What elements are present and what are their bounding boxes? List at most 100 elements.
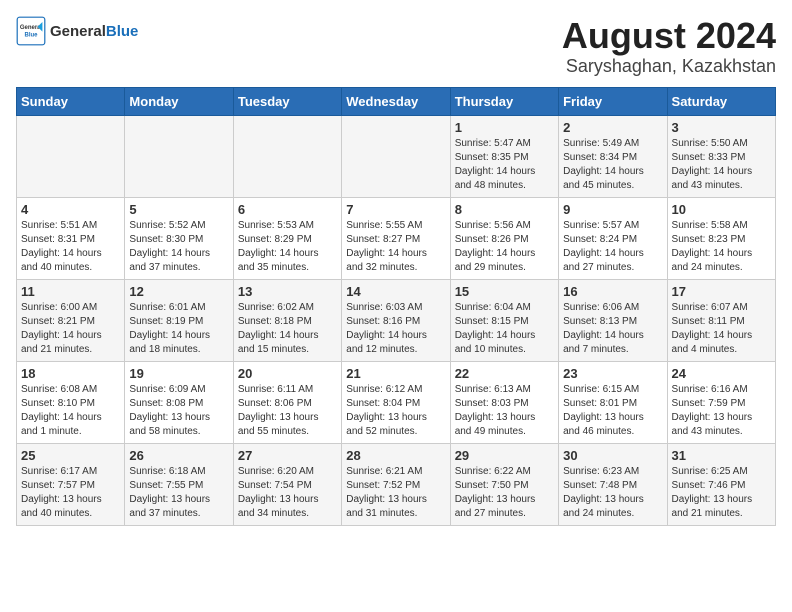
logo-text: GeneralBlue — [50, 23, 138, 40]
logo-general: General — [50, 23, 106, 40]
day-number: 22 — [455, 366, 554, 381]
day-number: 29 — [455, 448, 554, 463]
subtitle: Saryshaghan, Kazakhstan — [562, 56, 776, 77]
calendar-day-cell: 11Sunrise: 6:00 AM Sunset: 8:21 PM Dayli… — [17, 279, 125, 361]
day-info: Sunrise: 5:53 AM Sunset: 8:29 PM Dayligh… — [238, 219, 337, 275]
day-of-week-header: Monday — [125, 87, 233, 115]
calendar-day-cell: 17 Sunrise: 6:07 AM Sunset: 8:11 PM Dayli… — [667, 279, 775, 361]
calendar-day-cell: 15 Sunrise: 6:04 AM Sunset: 8:15 PM Dayli… — [450, 279, 558, 361]
calendar-week-row: 4Sunrise: 5:51 AM Sunset: 8:31 PM Daylig… — [17, 197, 776, 279]
day-number: 25 — [21, 448, 120, 463]
day-number: 10 — [672, 202, 771, 217]
day-number: 30 — [563, 448, 662, 463]
calendar-day-cell: 29Sunrise: 6:22 AM Sunset: 7:50 PM Dayli… — [450, 443, 558, 525]
calendar-day-cell: 13Sunrise: 6:02 AM Sunset: 8:18 PM Dayli… — [233, 279, 341, 361]
calendar-week-row: 1 Sunrise: 5:47 AM Sunset: 8:35 PM Daylig… — [17, 115, 776, 197]
day-of-week-header: Tuesday — [233, 87, 341, 115]
title-area: August 2024 Saryshaghan, Kazakhstan — [562, 16, 776, 77]
calendar-week-row: 25 Sunrise: 6:17 AM Sunset: 7:57 PM Dayli… — [17, 443, 776, 525]
calendar-day-cell: 10 Sunrise: 5:58 AM Sunset: 8:23 PM Dayli… — [667, 197, 775, 279]
day-info: Sunrise: 6:01 AM Sunset: 8:19 PM Dayligh… — [129, 301, 228, 357]
calendar-day-cell: 4Sunrise: 5:51 AM Sunset: 8:31 PM Daylig… — [17, 197, 125, 279]
calendar-day-cell: 9Sunrise: 5:57 AM Sunset: 8:24 PM Daylig… — [559, 197, 667, 279]
main-title: August 2024 — [562, 16, 776, 56]
day-number: 27 — [238, 448, 337, 463]
calendar-day-cell — [125, 115, 233, 197]
day-info: Sunrise: 6:02 AM Sunset: 8:18 PM Dayligh… — [238, 301, 337, 357]
calendar-day-cell: 20 Sunrise: 6:11 AM Sunset: 8:06 PM Dayli… — [233, 361, 341, 443]
day-info: Sunrise: 5:56 AM Sunset: 8:26 PM Dayligh… — [455, 219, 554, 275]
day-number: 31 — [672, 448, 771, 463]
calendar-week-row: 18Sunrise: 6:08 AM Sunset: 8:10 PM Dayli… — [17, 361, 776, 443]
header: General Blue GeneralBlue August 2024 Sar… — [16, 16, 776, 77]
day-info: Sunrise: 6:03 AM Sunset: 8:16 PM Dayligh… — [346, 301, 445, 357]
day-number: 21 — [346, 366, 445, 381]
day-number: 5 — [129, 202, 228, 217]
day-of-week-header: Sunday — [17, 87, 125, 115]
day-info: Sunrise: 5:51 AM Sunset: 8:31 PM Dayligh… — [21, 219, 120, 275]
calendar-header-row: SundayMondayTuesdayWednesdayThursdayFrid… — [17, 87, 776, 115]
calendar-day-cell — [233, 115, 341, 197]
day-info: Sunrise: 6:21 AM Sunset: 7:52 PM Dayligh… — [346, 465, 445, 521]
day-info: Sunrise: 6:04 AM Sunset: 8:15 PM Dayligh… — [455, 301, 554, 357]
day-number: 6 — [238, 202, 337, 217]
calendar-day-cell: 23 Sunrise: 6:15 AM Sunset: 8:01 PM Dayli… — [559, 361, 667, 443]
calendar-day-cell: 8 Sunrise: 5:56 AM Sunset: 8:26 PM Daylig… — [450, 197, 558, 279]
calendar-day-cell: 14 Sunrise: 6:03 AM Sunset: 8:16 PM Dayli… — [342, 279, 450, 361]
day-info: Sunrise: 6:11 AM Sunset: 8:06 PM Dayligh… — [238, 383, 337, 439]
calendar-day-cell: 27 Sunrise: 6:20 AM Sunset: 7:54 PM Dayli… — [233, 443, 341, 525]
day-info: Sunrise: 5:57 AM Sunset: 8:24 PM Dayligh… — [563, 219, 662, 275]
day-of-week-header: Friday — [559, 87, 667, 115]
calendar-day-cell: 6 Sunrise: 5:53 AM Sunset: 8:29 PM Daylig… — [233, 197, 341, 279]
calendar-day-cell: 16Sunrise: 6:06 AM Sunset: 8:13 PM Dayli… — [559, 279, 667, 361]
day-number: 8 — [455, 202, 554, 217]
svg-text:Blue: Blue — [24, 32, 38, 38]
day-number: 28 — [346, 448, 445, 463]
calendar-day-cell — [342, 115, 450, 197]
logo: General Blue GeneralBlue — [16, 16, 138, 46]
day-number: 17 — [672, 284, 771, 299]
day-info: Sunrise: 5:50 AM Sunset: 8:33 PM Dayligh… — [672, 137, 771, 193]
day-info: Sunrise: 5:49 AM Sunset: 8:34 PM Dayligh… — [563, 137, 662, 193]
day-number: 3 — [672, 120, 771, 135]
calendar-day-cell: 31Sunrise: 6:25 AM Sunset: 7:46 PM Dayli… — [667, 443, 775, 525]
calendar-day-cell: 30 Sunrise: 6:23 AM Sunset: 7:48 PM Dayli… — [559, 443, 667, 525]
day-of-week-header: Thursday — [450, 87, 558, 115]
day-info: Sunrise: 6:09 AM Sunset: 8:08 PM Dayligh… — [129, 383, 228, 439]
calendar-day-cell: 1 Sunrise: 5:47 AM Sunset: 8:35 PM Daylig… — [450, 115, 558, 197]
day-info: Sunrise: 5:58 AM Sunset: 8:23 PM Dayligh… — [672, 219, 771, 275]
calendar-day-cell: 19Sunrise: 6:09 AM Sunset: 8:08 PM Dayli… — [125, 361, 233, 443]
day-info: Sunrise: 6:23 AM Sunset: 7:48 PM Dayligh… — [563, 465, 662, 521]
day-number: 7 — [346, 202, 445, 217]
day-info: Sunrise: 5:47 AM Sunset: 8:35 PM Dayligh… — [455, 137, 554, 193]
day-number: 18 — [21, 366, 120, 381]
logo-icon: General Blue — [16, 16, 46, 46]
day-info: Sunrise: 6:20 AM Sunset: 7:54 PM Dayligh… — [238, 465, 337, 521]
day-number: 20 — [238, 366, 337, 381]
day-number: 24 — [672, 366, 771, 381]
day-info: Sunrise: 6:12 AM Sunset: 8:04 PM Dayligh… — [346, 383, 445, 439]
calendar-day-cell: 2Sunrise: 5:49 AM Sunset: 8:34 PM Daylig… — [559, 115, 667, 197]
day-number: 15 — [455, 284, 554, 299]
day-number: 16 — [563, 284, 662, 299]
calendar-day-cell — [17, 115, 125, 197]
day-number: 12 — [129, 284, 228, 299]
day-number: 23 — [563, 366, 662, 381]
calendar-day-cell: 3 Sunrise: 5:50 AM Sunset: 8:33 PM Daylig… — [667, 115, 775, 197]
day-info: Sunrise: 6:07 AM Sunset: 8:11 PM Dayligh… — [672, 301, 771, 357]
day-info: Sunrise: 6:15 AM Sunset: 8:01 PM Dayligh… — [563, 383, 662, 439]
day-number: 1 — [455, 120, 554, 135]
calendar-day-cell: 24Sunrise: 6:16 AM Sunset: 7:59 PM Dayli… — [667, 361, 775, 443]
day-info: Sunrise: 5:55 AM Sunset: 8:27 PM Dayligh… — [346, 219, 445, 275]
day-info: Sunrise: 6:00 AM Sunset: 8:21 PM Dayligh… — [21, 301, 120, 357]
calendar-day-cell: 25 Sunrise: 6:17 AM Sunset: 7:57 PM Dayli… — [17, 443, 125, 525]
calendar-table: SundayMondayTuesdayWednesdayThursdayFrid… — [16, 87, 776, 526]
calendar-day-cell: 22Sunrise: 6:13 AM Sunset: 8:03 PM Dayli… — [450, 361, 558, 443]
calendar-day-cell: 5Sunrise: 5:52 AM Sunset: 8:30 PM Daylig… — [125, 197, 233, 279]
day-of-week-header: Saturday — [667, 87, 775, 115]
day-number: 14 — [346, 284, 445, 299]
calendar-day-cell: 18Sunrise: 6:08 AM Sunset: 8:10 PM Dayli… — [17, 361, 125, 443]
calendar-day-cell: 28 Sunrise: 6:21 AM Sunset: 7:52 PM Dayli… — [342, 443, 450, 525]
calendar-day-cell: 21 Sunrise: 6:12 AM Sunset: 8:04 PM Dayli… — [342, 361, 450, 443]
day-info: Sunrise: 6:17 AM Sunset: 7:57 PM Dayligh… — [21, 465, 120, 521]
